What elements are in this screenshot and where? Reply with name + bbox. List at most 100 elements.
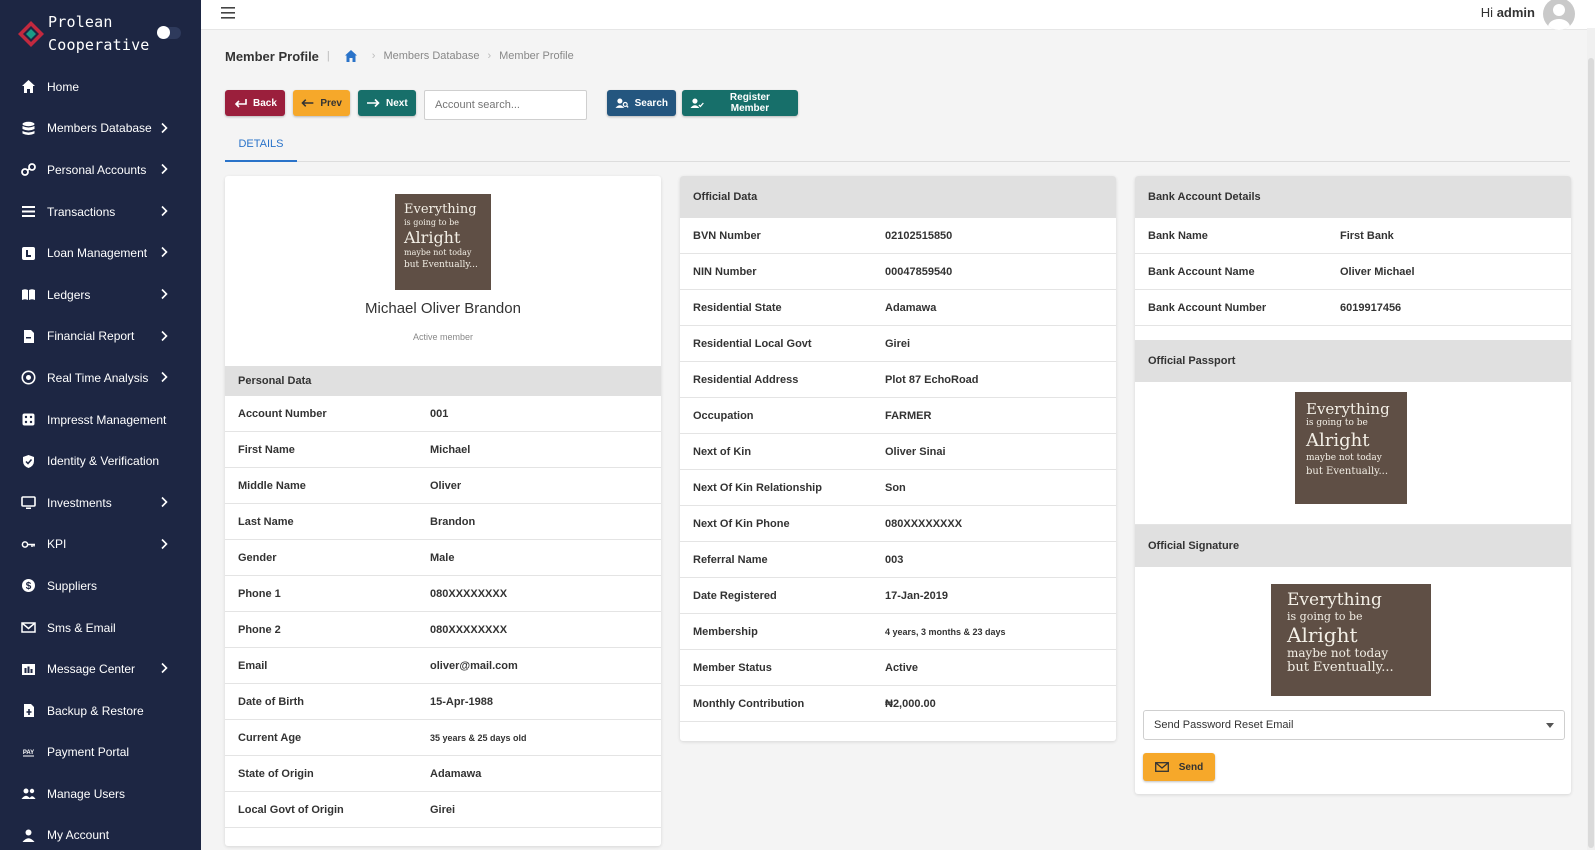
brand[interactable]: Prolean Cooperative <box>18 10 188 56</box>
photo-text: is going to be <box>404 218 459 227</box>
personal-data-table: Account Number 001 First Name Michael Middle… <box>225 396 661 828</box>
field-value: 080XXXXXXXX <box>430 623 508 636</box>
pay-icon: PAY <box>21 745 36 760</box>
sidebar-item-label: Backup & Restore <box>47 703 144 718</box>
table-row: Next of Kin Oliver Sinai <box>680 434 1116 470</box>
sidebar-item-kpi[interactable]: KPI <box>0 524 201 566</box>
send-button[interactable]: Send <box>1143 753 1215 781</box>
user-check-icon <box>690 98 704 108</box>
sidebar-item-label: KPI <box>47 537 67 552</box>
home-icon[interactable] <box>344 49 358 63</box>
prev-label: Prev <box>320 97 342 109</box>
sidebar-item-personal-accounts[interactable]: Personal Accounts <box>0 149 201 191</box>
account-search-input[interactable] <box>424 90 587 120</box>
passport-header: Official Passport <box>1135 340 1571 382</box>
table-row: Member Status Active <box>680 650 1116 686</box>
breadcrumb-chevron: › <box>487 50 492 62</box>
register-member-button[interactable]: Register Member <box>682 90 798 116</box>
field-value: Adamawa <box>430 767 482 780</box>
tab-details[interactable]: DETAILS <box>225 128 297 162</box>
sidebar-item-label: Personal Accounts <box>47 162 147 177</box>
sidebar-item-investments[interactable]: Investments <box>0 482 201 524</box>
table-row: Account Number 001 <box>225 396 661 432</box>
field-value: 4 years, 3 months & 23 days <box>885 626 1006 637</box>
field-label: Residential Address <box>693 373 799 386</box>
theme-toggle[interactable] <box>157 26 181 39</box>
table-row: Current Age 35 years & 25 days old <box>225 720 661 756</box>
field-label: Local Govt of Origin <box>238 803 344 816</box>
table-row: Date Registered 17-Jan-2019 <box>680 578 1116 614</box>
sidebar-item-payment-portal[interactable]: PAY Payment Portal <box>0 732 201 774</box>
sidebar-item-ledgers[interactable]: Ledgers <box>0 274 201 316</box>
sidebar-item-loan-management[interactable]: Loan Management <box>0 232 201 274</box>
transactions-icon <box>21 204 36 219</box>
password-reset-select-value: Send Password Reset Email <box>1154 719 1294 731</box>
field-value: Michael <box>430 443 471 456</box>
field-label: NIN Number <box>693 265 757 278</box>
back-button[interactable]: Back <box>225 90 285 116</box>
table-row: State of Origin Adamawa <box>225 756 661 792</box>
sidebar-item-members-database[interactable]: Members Database <box>0 108 201 150</box>
sidebar-item-transactions[interactable]: Transactions <box>0 191 201 233</box>
sidebar-item-my-account[interactable]: My Account <box>0 815 201 850</box>
table-row: Residential Address Plot 87 EchoRoad <box>680 362 1116 398</box>
chevron-right-icon <box>160 496 168 508</box>
personal-data-header: Personal Data <box>225 366 661 396</box>
prev-button[interactable]: Prev <box>293 90 350 116</box>
book-icon <box>21 287 36 302</box>
sidebar-item-impresst-management[interactable]: Impresst Management <box>0 399 201 441</box>
tab-bar: DETAILS <box>225 128 1570 162</box>
breadcrumb-item-members-database[interactable]: Members Database <box>383 50 479 62</box>
sidebar-item-home[interactable]: Home <box>0 66 201 108</box>
brand-line-2: Cooperative <box>48 36 150 54</box>
sidebar-item-label: Transactions <box>47 204 116 219</box>
field-value: ₦2,000.00 <box>885 697 936 710</box>
field-value: 00047859540 <box>885 265 953 278</box>
table-row: Middle Name Oliver <box>225 468 661 504</box>
next-button[interactable]: Next <box>358 90 416 116</box>
photo-text: but Eventually... <box>404 260 478 270</box>
table-row: Next Of Kin Relationship Son <box>680 470 1116 506</box>
sidebar-item-label: Investments <box>47 495 112 510</box>
sidebar-item-real-time-analysis[interactable]: Real Time Analysis <box>0 357 201 399</box>
field-label: Phone 2 <box>238 623 281 636</box>
password-reset-select[interactable]: Send Password Reset Email <box>1143 710 1565 740</box>
field-value: 080XXXXXXXX <box>885 517 963 530</box>
sidebar-item-label: Members Database <box>47 121 152 136</box>
sidebar-item-label: Manage Users <box>47 786 126 801</box>
sidebar-item-manage-users[interactable]: Manage Users <box>0 773 201 815</box>
photo-text: maybe not today <box>1287 646 1389 660</box>
sidebar-item-label: Suppliers <box>47 578 98 593</box>
sidebar-item-identity-and-verification[interactable]: Identity & Verification <box>0 440 201 482</box>
field-value: Oliver Michael <box>1340 265 1415 278</box>
user-avatar-icon <box>1548 4 1570 30</box>
field-label: State of Origin <box>238 767 314 780</box>
menu-icon[interactable] <box>221 6 239 20</box>
mail-icon <box>21 620 36 635</box>
brand-line-1: Prolean <box>48 13 113 31</box>
field-label: Current Age <box>238 731 302 744</box>
field-label: Bank Account Name <box>1148 265 1255 278</box>
analysis-icon <box>21 370 36 385</box>
field-value: Brandon <box>430 515 476 528</box>
sidebar-item-label: My Account <box>47 828 110 843</box>
bank-details-card: Bank Account Details Bank Name First Bank… <box>1135 176 1571 794</box>
sidebar-item-sms-and-email[interactable]: Sms & Email <box>0 607 201 649</box>
sidebar-item-label: Home <box>47 79 80 94</box>
avatar[interactable] <box>1543 0 1575 30</box>
chevron-right-icon <box>160 163 168 175</box>
official-data-header: Official Data <box>680 176 1116 218</box>
field-value: 15-Apr-1988 <box>430 695 493 708</box>
sidebar-item-message-center[interactable]: Message Center <box>0 648 201 690</box>
sidebar-item-financial-report[interactable]: Financial Report <box>0 316 201 358</box>
shield-icon <box>21 454 36 469</box>
sidebar-item-label: Financial Report <box>47 329 135 344</box>
search-button[interactable]: Search <box>607 90 676 116</box>
monitor-icon <box>21 495 36 510</box>
field-value: First Bank <box>1340 229 1394 242</box>
username: admin <box>1496 5 1535 20</box>
sidebar-item-backup-and-restore[interactable]: Backup & Restore <box>0 690 201 732</box>
scrollbar[interactable] <box>1587 28 1595 850</box>
scrollbar-thumb[interactable] <box>1588 58 1594 848</box>
sidebar-item-suppliers[interactable]: $ Suppliers <box>0 565 201 607</box>
